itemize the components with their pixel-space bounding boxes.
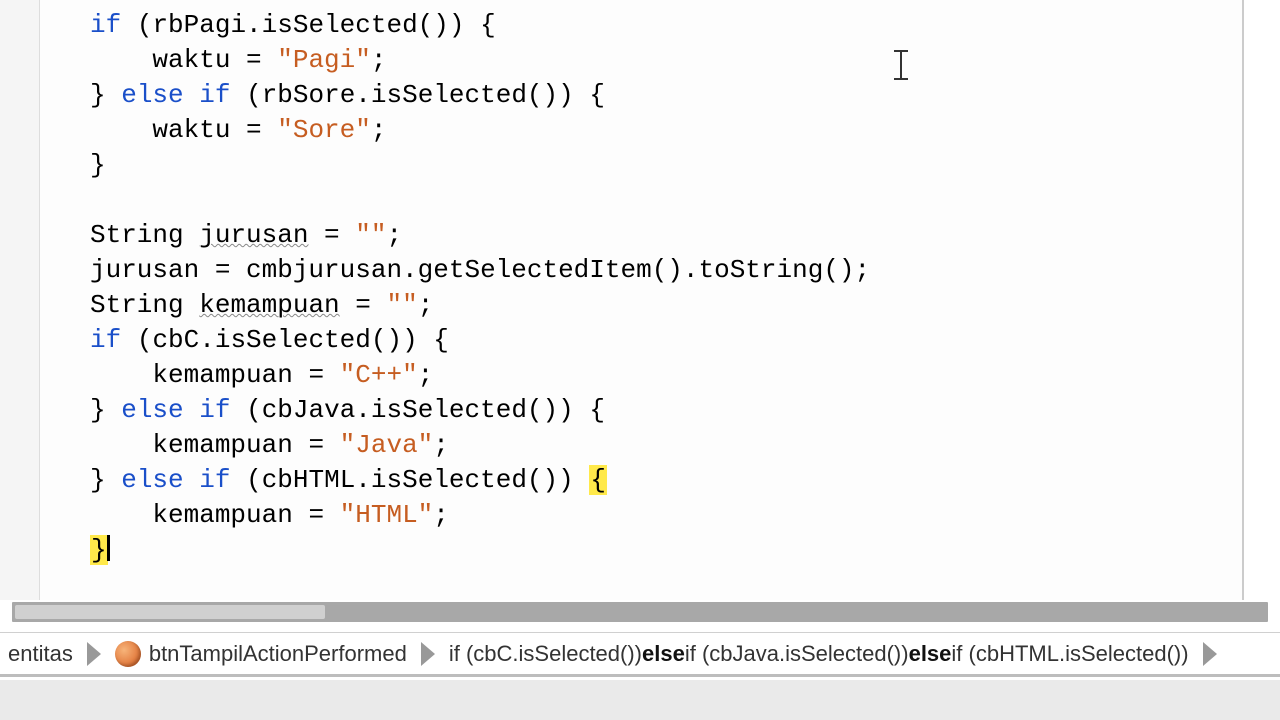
kw-if4: if <box>199 395 230 425</box>
editor-area: if (rbPagi.isSelected()) { waktu = "Pagi… <box>0 0 1280 600</box>
type-string1: String <box>90 220 184 250</box>
breadcrumb-label-method: btnTampilActionPerformed <box>149 641 407 667</box>
assign-kcpp: kemampuan = <box>152 360 339 390</box>
type-string2: String <box>90 290 184 320</box>
cond-rbsore: rbSore.isSelected() <box>262 80 558 110</box>
breadcrumb-label-class: entitas <box>8 641 73 667</box>
hl-open-brace: { <box>589 465 607 495</box>
str-java: "Java" <box>340 430 434 460</box>
kw-if5: if <box>199 465 230 495</box>
horizontal-scrollbar[interactable] <box>12 602 1268 622</box>
str-cpp: "C++" <box>340 360 418 390</box>
breadcrumb-label-stmt1: if (cbC.isSelected()) <box>449 641 642 667</box>
breadcrumb-item-method[interactable]: btnTampilActionPerformed <box>107 633 415 674</box>
scrollbar-thumb[interactable] <box>15 605 325 619</box>
chevron-right-icon <box>87 642 101 666</box>
kw-else3: else <box>121 465 183 495</box>
str-pagi: "Pagi" <box>277 45 371 75</box>
breadcrumb-bar: entitas btnTampilActionPerformed if (cbC… <box>0 632 1280 677</box>
cond-cbjava: cbJava.isSelected() <box>262 395 558 425</box>
breadcrumb-else2: else <box>909 641 952 667</box>
breadcrumb-else1: else <box>642 641 685 667</box>
var-kemampuan: kemampuan <box>199 290 339 320</box>
assign-kjava: kemampuan = <box>152 430 339 460</box>
str-html: "HTML" <box>340 500 434 530</box>
text-cursor-icon <box>900 50 902 80</box>
cond-cbc: cbC.isSelected() <box>152 325 402 355</box>
assign-waktu-pagi: waktu = <box>152 45 277 75</box>
assign-jurusan: jurusan = cmbjurusan.getSelectedItem().t… <box>90 255 870 285</box>
chevron-right-icon <box>421 642 435 666</box>
kw-else: else <box>121 80 183 110</box>
line-gutter <box>0 0 40 600</box>
method-icon <box>115 641 141 667</box>
str-sore: "Sore" <box>277 115 371 145</box>
kw-if2: if <box>199 80 230 110</box>
caret-icon <box>107 535 110 561</box>
breadcrumb-item-class[interactable]: entitas <box>0 633 81 674</box>
kw-if: if <box>90 10 121 40</box>
cond-cbhtml: cbHTML.isSelected() <box>262 465 558 495</box>
cond-rbpagi: rbPagi.isSelected() <box>152 10 448 40</box>
str-empty2: "" <box>386 290 417 320</box>
code-editor[interactable]: if (rbPagi.isSelected()) { waktu = "Pagi… <box>40 0 1244 600</box>
breadcrumb-label-stmt2: if (cbJava.isSelected()) <box>685 641 909 667</box>
assign-khtml: kemampuan = <box>152 500 339 530</box>
var-jurusan: jurusan <box>199 220 308 250</box>
kw-else2: else <box>121 395 183 425</box>
assign-waktu-sore: waktu = <box>152 115 277 145</box>
breadcrumb-item-stmt[interactable]: if (cbC.isSelected()) else if (cbJava.is… <box>441 633 1197 674</box>
str-empty1: "" <box>355 220 386 250</box>
breadcrumb-label-stmt3: if (cbHTML.isSelected()) <box>951 641 1188 667</box>
hl-close-brace: } <box>90 535 108 565</box>
kw-if3: if <box>90 325 121 355</box>
bottom-strip <box>0 680 1280 720</box>
chevron-right-icon <box>1203 642 1217 666</box>
